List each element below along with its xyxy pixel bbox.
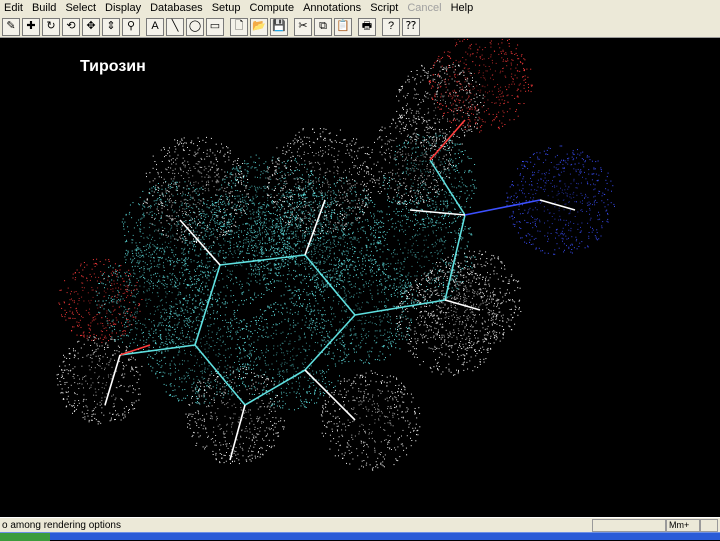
hydrogen-atom-surface — [185, 366, 285, 465]
hydrogen-atom-surface — [396, 265, 505, 376]
z-translate-tool-button[interactable]: ⇕ — [102, 17, 120, 36]
bond-line — [119, 344, 196, 356]
select-tool-button[interactable]: ✚ — [22, 17, 40, 36]
carbon-atom-surface — [95, 245, 205, 355]
new-file-button[interactable]: 🗋 — [230, 17, 248, 36]
help-button[interactable]: ? — [382, 17, 400, 36]
menu-cancel[interactable]: Cancel — [403, 0, 446, 16]
cut-icon: ✂ — [298, 20, 308, 32]
new-file-icon: 🗋 — [234, 20, 244, 32]
carbon-atom-surface — [306, 255, 415, 365]
status-message: o among rendering options — [2, 519, 121, 531]
rectangle-tool-icon: ▭ — [209, 20, 221, 32]
save-file-button[interactable]: 💾 — [270, 17, 288, 36]
rectangle-tool-button[interactable]: ▭ — [206, 17, 224, 36]
print-icon: 🖶 — [361, 20, 373, 32]
ellipse-tool-icon: ◯ — [188, 20, 202, 32]
zoom-tool-button[interactable]: ⚲ — [122, 17, 140, 36]
status-bar: o among rendering options Mm+ — [0, 517, 720, 532]
menu-compute[interactable]: Compute — [245, 0, 299, 16]
bond-line — [429, 119, 466, 161]
hydrogen-atom-surface — [396, 60, 485, 151]
draw-tool-icon: ✎ — [6, 20, 16, 32]
rotate-tool-icon: ↻ — [46, 20, 56, 32]
menu-setup[interactable]: Setup — [208, 0, 246, 16]
menu-script[interactable]: Script — [366, 0, 403, 16]
menu-annotations[interactable]: Annotations — [299, 0, 366, 16]
hydrogen-atom-surface — [366, 115, 454, 205]
draw-tool-button[interactable]: ✎ — [2, 17, 20, 36]
paste-icon: 📋 — [336, 20, 350, 32]
text-tool-button[interactable]: A — [146, 17, 164, 36]
open-file-icon: 📂 — [252, 20, 266, 32]
carbon-atom-surface — [382, 133, 477, 228]
context-help-button[interactable]: ⁇ — [402, 17, 420, 36]
toolbar: ✎ ✚ ↻ ⟲ ✥ ⇕ ⚲ A ╲ ◯ ▭ 🗋 📂 💾 ✂ ⧉ 📋 🖶? ⁇ — [0, 16, 720, 38]
bond-line — [354, 299, 446, 316]
oxygen-atom-surface — [58, 258, 143, 343]
menu-select[interactable]: Select — [61, 0, 101, 16]
menu-build[interactable]: Build — [28, 0, 61, 16]
menu-databases[interactable]: Databases — [146, 0, 208, 16]
translate-tool-icon: ✥ — [86, 20, 96, 32]
cut-button[interactable]: ✂ — [294, 17, 312, 36]
bond-line — [229, 404, 246, 461]
zoom-tool-icon: ⚲ — [126, 20, 136, 32]
carbon-atom-surface — [147, 295, 255, 405]
bond-line — [304, 314, 356, 371]
text-tool-icon: A — [151, 20, 159, 32]
translate-tool-button[interactable]: ✥ — [82, 17, 100, 36]
select-tool-icon: ✚ — [26, 20, 36, 32]
bond-line — [304, 369, 356, 421]
molecule-title: Тирозин — [80, 58, 146, 75]
hydrogen-atom-surface — [56, 336, 143, 425]
molecule-viewport[interactable]: Тирозин — [0, 39, 720, 517]
paste-button[interactable]: 📋 — [334, 17, 352, 36]
copy-button[interactable]: ⧉ — [314, 17, 332, 36]
status-pane-empty — [592, 518, 666, 532]
copy-icon: ⧉ — [319, 20, 327, 32]
save-file-icon: 💾 — [272, 20, 286, 32]
line-tool-icon: ╲ — [171, 20, 179, 32]
oxygen-atom-surface — [428, 39, 533, 133]
bond-line — [104, 354, 121, 406]
print-button[interactable]: 🖶 — [358, 17, 376, 36]
menu-edit[interactable]: Edit — [0, 0, 28, 16]
status-pane-grip — [700, 518, 718, 532]
ellipse-tool-button[interactable]: ◯ — [186, 17, 204, 36]
hydrogen-atom-surface — [320, 370, 421, 471]
carbon-atom-surface — [181, 195, 290, 306]
help-icon: ? — [387, 20, 395, 32]
molecule-render — [56, 39, 615, 471]
bond-line — [444, 299, 481, 311]
context-help-icon: ⁇ — [405, 20, 417, 32]
rotate-tool-button[interactable]: ↻ — [42, 17, 60, 36]
bond-line — [194, 264, 221, 346]
carbon-atom-surface — [212, 154, 328, 269]
bond-line — [244, 369, 306, 406]
menu-help[interactable]: Help — [447, 0, 479, 16]
nitrogen-atom-surface — [505, 145, 615, 255]
line-tool-button[interactable]: ╲ — [166, 17, 184, 36]
menu-display[interactable]: Display — [101, 0, 146, 16]
hydrogen-atom-surface — [266, 128, 376, 236]
z-translate-tool-icon: ⇕ — [106, 20, 116, 32]
taskbar — [0, 532, 720, 541]
bond-line — [464, 199, 541, 216]
z-rotate-tool-button[interactable]: ⟲ — [62, 17, 80, 36]
carbon-atom-surface — [275, 176, 385, 286]
status-mode: Mm+ — [666, 518, 700, 532]
menu-bar: Edit Build Select Display Databases Setup Comp… — [0, 0, 720, 16]
open-file-button[interactable]: 📂 — [250, 17, 268, 36]
bond-line — [409, 209, 466, 216]
z-rotate-tool-icon: ⟲ — [66, 20, 76, 32]
carbon-atom-surface — [246, 192, 356, 301]
